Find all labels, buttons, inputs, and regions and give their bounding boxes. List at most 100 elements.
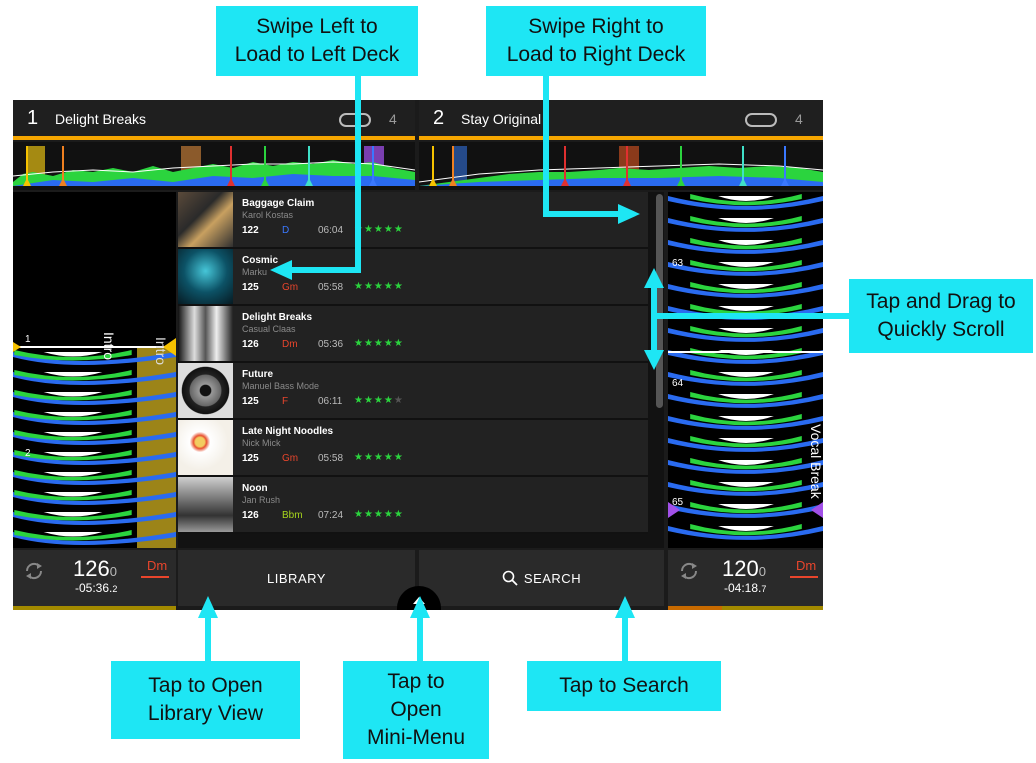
search-label: SEARCH xyxy=(523,570,582,586)
deck-left-beat-marker: 1 xyxy=(25,334,31,345)
deck-right-pitch-bar xyxy=(668,606,823,610)
list-item[interactable]: Late Night Noodles Nick Mick 125 Gm 05:5… xyxy=(178,420,648,477)
deck-left-waveform[interactable]: 1 2 Intro Intro xyxy=(13,192,176,548)
track-artist: Casual Claas xyxy=(242,324,296,334)
deck-left-accent-bar xyxy=(13,136,415,140)
track-length: 06:04 xyxy=(318,225,344,236)
waveform-lobe xyxy=(43,392,103,397)
callout-search: Tap to Search xyxy=(527,661,721,711)
track-artist: Marku xyxy=(242,267,268,277)
track-length: 07:24 xyxy=(318,510,344,521)
deck-right-info[interactable]: 1200 -04:18.7 Dm xyxy=(668,550,823,610)
deck-left-title: Delight Breaks xyxy=(55,111,147,127)
deck-right-bpm-decimal: 0 xyxy=(758,564,766,579)
search-icon xyxy=(502,570,518,586)
deck-right-title: Stay Original xyxy=(461,111,542,127)
track-bpm: 126 xyxy=(242,339,259,350)
waveform-lobe xyxy=(718,196,774,201)
waveform-lobe xyxy=(718,284,774,289)
waveform-lobe xyxy=(43,452,103,457)
vocal-break-cue-label: Vocal Break xyxy=(808,424,823,499)
deck-right-beat-marker: 64 xyxy=(672,378,684,389)
track-artist: Jan Rush xyxy=(242,495,281,505)
track-bpm: 122 xyxy=(242,225,259,236)
callout-swipe-left: Swipe Left to Load to Left Deck xyxy=(216,6,418,76)
track-key: Bbm xyxy=(282,510,303,521)
track-title: Future xyxy=(242,369,274,380)
track-rating: ★★★★★ xyxy=(354,509,404,520)
sync-icon[interactable] xyxy=(23,560,45,582)
waveform-lobe xyxy=(718,218,774,223)
list-item[interactable]: Noon Jan Rush 126 Bbm 07:24 ★★★★★ xyxy=(178,477,648,534)
key-underline xyxy=(141,576,169,578)
deck-left-bpm-decimal: 0 xyxy=(109,564,117,579)
waveform-lobe xyxy=(718,526,774,531)
library-button[interactable]: LIBRARY xyxy=(178,550,415,606)
deck-right-bpm: 120 xyxy=(722,556,759,581)
album-art xyxy=(178,192,233,247)
track-key: Gm xyxy=(282,282,299,293)
waveform-lobe xyxy=(718,262,774,267)
list-item[interactable]: Cosmic Marku 125 Gm 05:58 ★★★★★ xyxy=(178,249,648,306)
track-bpm: 125 xyxy=(242,453,259,464)
key-underline xyxy=(790,576,818,578)
sync-icon[interactable] xyxy=(678,560,700,582)
deck-left-overview-waveform[interactable] xyxy=(13,142,415,190)
loop-icon[interactable] xyxy=(745,113,777,127)
intro-cue-label-2: Intro xyxy=(153,337,169,366)
deck-right-time: -04:18. xyxy=(724,581,762,595)
list-item[interactable]: Delight Breaks Casual Claas 126 Dm 05:36… xyxy=(178,306,648,363)
deck-left-pitch-bar xyxy=(13,606,176,610)
album-art xyxy=(178,363,233,418)
callout-library: Tap to Open Library View xyxy=(111,661,300,739)
deck-right-loop-count: 4 xyxy=(795,111,803,127)
track-title: Baggage Claim xyxy=(242,198,315,209)
track-browser-list[interactable]: Baggage Claim Karol Kostas 122 D 06:04 ★… xyxy=(178,192,664,548)
track-bpm: 125 xyxy=(242,396,259,407)
waveform-lobe xyxy=(718,372,774,377)
prime-screen: 1 Delight Breaks 4 2 Stay Original 4 1 2… xyxy=(13,100,823,610)
list-item[interactable]: Baggage Claim Karol Kostas 122 D 06:04 ★… xyxy=(178,192,648,249)
track-length: 05:58 xyxy=(318,282,344,293)
deck-left-beat-marker: 2 xyxy=(25,448,31,459)
deck-right-header[interactable]: 2 Stay Original 4 xyxy=(419,100,823,140)
browser-scrollbar[interactable] xyxy=(656,194,663,408)
track-length: 06:11 xyxy=(318,396,343,407)
album-art xyxy=(178,249,233,304)
waveform-lobe xyxy=(43,432,103,437)
waveform-lobe xyxy=(43,352,103,357)
deck-left-number: 1 xyxy=(27,107,39,129)
list-item[interactable]: Future Manuel Bass Mode 125 F 06:11 ★★★★… xyxy=(178,363,648,420)
waveform-lobe xyxy=(718,482,774,487)
deck-right-beat-marker: 63 xyxy=(672,258,684,269)
library-label: LIBRARY xyxy=(267,570,326,586)
deck-left-info[interactable]: 1260 -05:36.2 Dm xyxy=(13,550,176,610)
chevron-up-icon xyxy=(413,597,425,604)
track-artist: Manuel Bass Mode xyxy=(242,381,320,391)
album-art xyxy=(178,306,233,361)
callout-scroll: Tap and Drag to Quickly Scroll xyxy=(849,279,1033,353)
callout-mini-menu: Tap to Open Mini-Menu xyxy=(343,661,489,759)
waveform-lobe xyxy=(43,492,103,497)
loop-icon[interactable] xyxy=(339,113,371,127)
track-artist: Nick Mick xyxy=(242,438,281,448)
track-title: Delight Breaks xyxy=(242,312,313,323)
search-button[interactable]: SEARCH xyxy=(419,550,664,606)
track-rating: ★★★★★ xyxy=(354,395,404,406)
deck-left-loop-count: 4 xyxy=(389,111,397,127)
waveform-lobe xyxy=(43,472,103,477)
waveform-lobe xyxy=(718,438,774,443)
track-key: F xyxy=(282,396,289,407)
waveform-lobe xyxy=(43,532,103,537)
track-key: Dm xyxy=(282,339,298,350)
deck-right-waveform[interactable]: 63 64 65 Vocal Break xyxy=(668,192,823,548)
deck-right-key: Dm xyxy=(796,558,817,573)
deck-right-overview-waveform[interactable] xyxy=(419,142,823,190)
track-rating: ★★★★★ xyxy=(354,281,404,292)
waveform-lobe xyxy=(718,504,774,509)
deck-right-accent-bar xyxy=(419,136,823,140)
mini-menu-tab[interactable] xyxy=(397,586,441,610)
track-rating: ★★★★★ xyxy=(354,452,404,463)
track-title: Cosmic xyxy=(242,255,279,266)
deck-left-header[interactable]: 1 Delight Breaks 4 xyxy=(13,100,415,140)
